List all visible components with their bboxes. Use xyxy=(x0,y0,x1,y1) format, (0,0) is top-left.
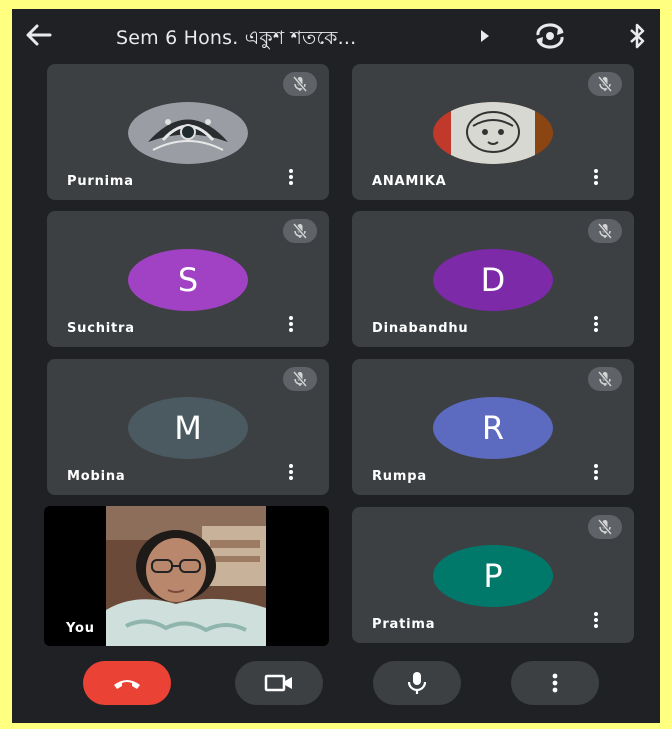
bluetooth-icon[interactable] xyxy=(626,22,648,50)
participant-name: Suchitra xyxy=(67,321,135,336)
phone-hangup-icon xyxy=(114,680,140,689)
mic-off-icon xyxy=(597,223,613,239)
top-bar: Sem 6 Hons. একুশ শতকে... xyxy=(12,9,660,61)
mic-off-badge xyxy=(588,219,622,243)
participant-name: Pratima xyxy=(372,617,436,632)
mic-off-badge xyxy=(588,515,622,539)
mic-off-badge xyxy=(283,219,317,243)
participant-tile-pratima[interactable]: P Pratima xyxy=(352,507,634,643)
participant-tile-anamika[interactable]: ANAMIKA xyxy=(352,64,634,200)
call-controls xyxy=(12,657,660,717)
mic-icon xyxy=(407,672,427,694)
mic-off-icon xyxy=(597,76,613,92)
avatar-photo xyxy=(128,102,248,164)
camera-toggle-button[interactable] xyxy=(235,661,323,705)
self-view-tile[interactable]: You xyxy=(44,506,329,646)
mic-off-badge xyxy=(588,72,622,96)
more-vert-icon[interactable] xyxy=(283,316,299,336)
mic-off-badge xyxy=(283,367,317,391)
participant-name: Mobina xyxy=(67,469,126,484)
more-vert-icon[interactable] xyxy=(283,169,299,189)
more-vert-icon[interactable] xyxy=(588,612,604,632)
mic-off-icon xyxy=(292,223,308,239)
camera-flip-icon[interactable] xyxy=(532,22,568,50)
mic-off-badge xyxy=(588,367,622,391)
participant-tile-purnima[interactable]: Purnima xyxy=(47,64,329,200)
participant-tile-rumpa[interactable]: R Rumpa xyxy=(352,359,634,495)
participant-tile-suchitra[interactable]: S Suchitra xyxy=(47,211,329,347)
avatar-initial: S xyxy=(128,249,248,311)
self-name: You xyxy=(66,621,95,636)
videocam-icon xyxy=(264,674,292,692)
more-vert-icon[interactable] xyxy=(588,169,604,189)
mic-off-icon xyxy=(292,371,308,387)
mic-off-icon xyxy=(597,371,613,387)
more-vert-icon xyxy=(552,673,558,693)
avatar-initial: P xyxy=(433,545,553,607)
self-camera-feed xyxy=(106,506,266,646)
participant-name: Dinabandhu xyxy=(372,321,469,336)
more-vert-icon[interactable] xyxy=(588,464,604,484)
meet-screen: Sem 6 Hons. একুশ শতকে... Purnima ANAMIKA… xyxy=(12,9,660,723)
participant-tile-dinabandhu[interactable]: D Dinabandhu xyxy=(352,211,634,347)
participant-tile-mobina[interactable]: M Mobina xyxy=(47,359,329,495)
hangup-button[interactable] xyxy=(83,661,171,705)
participant-name: Rumpa xyxy=(372,469,427,484)
avatar-initial: D xyxy=(433,249,553,311)
mic-toggle-button[interactable] xyxy=(373,661,461,705)
meeting-title[interactable]: Sem 6 Hons. একুশ শতকে... xyxy=(116,24,468,56)
participant-name: ANAMIKA xyxy=(372,174,447,189)
chevron-right-icon[interactable] xyxy=(478,28,492,44)
mic-off-icon xyxy=(597,519,613,535)
more-options-button[interactable] xyxy=(511,661,599,705)
more-vert-icon[interactable] xyxy=(588,316,604,336)
mic-off-badge xyxy=(283,72,317,96)
mic-off-icon xyxy=(292,76,308,92)
more-vert-icon[interactable] xyxy=(283,464,299,484)
avatar-initial: R xyxy=(433,397,553,459)
avatar-photo xyxy=(433,102,553,164)
participant-name: Purnima xyxy=(67,174,134,189)
avatar-initial: M xyxy=(128,397,248,459)
back-arrow-icon[interactable] xyxy=(22,21,54,49)
